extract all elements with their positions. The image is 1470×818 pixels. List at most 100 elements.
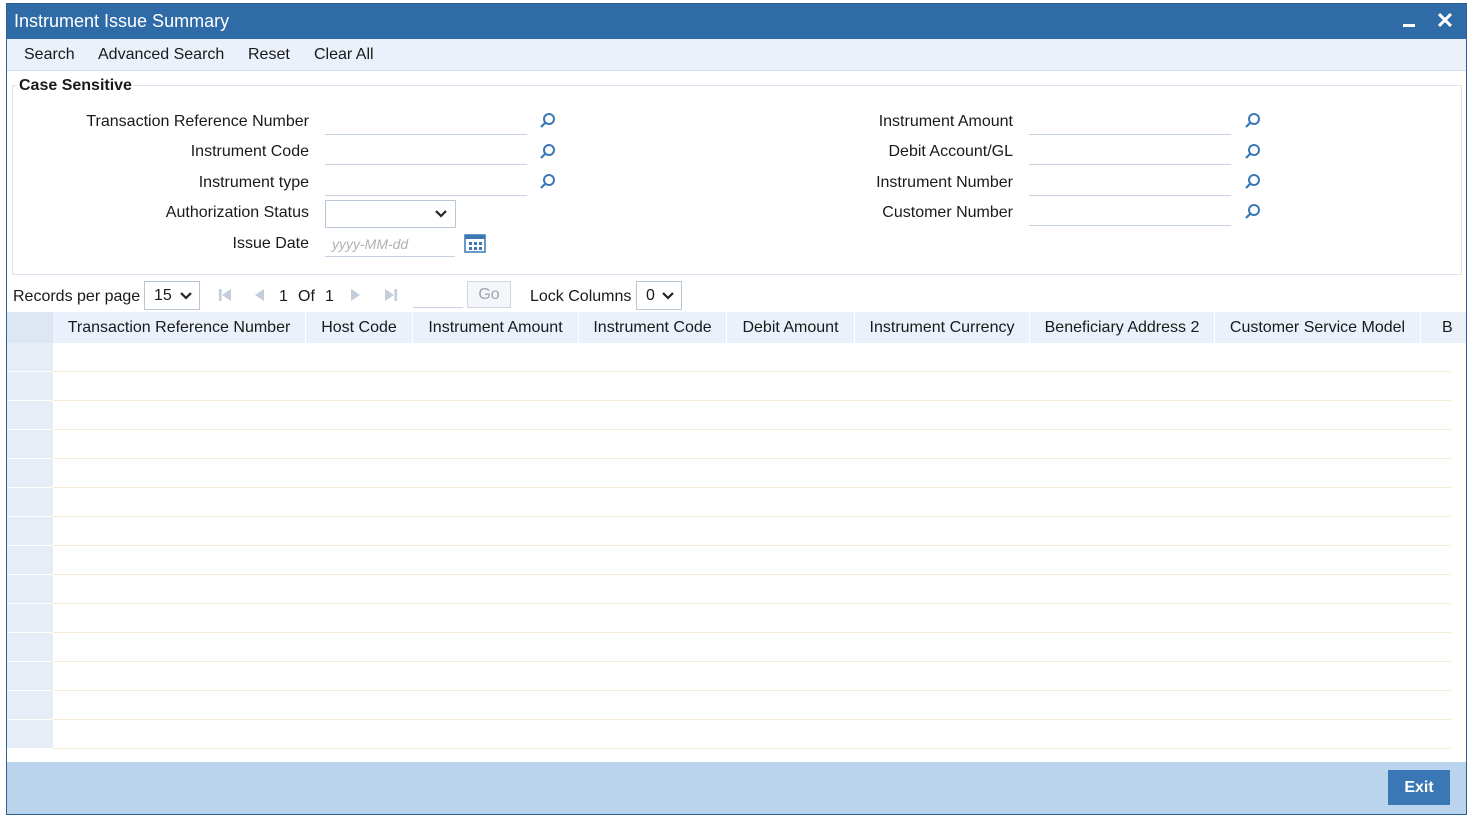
table-row[interactable]	[7, 488, 1451, 517]
chevron-down-icon	[662, 292, 674, 300]
table-row[interactable]	[7, 401, 1451, 430]
row-select-cell[interactable]	[7, 691, 53, 720]
first-page-icon[interactable]	[217, 287, 233, 303]
search-icon[interactable]	[539, 173, 557, 191]
issue-date-field[interactable]: yyyy-MM-dd	[325, 232, 455, 257]
title-bar: Instrument Issue Summary ✕	[7, 4, 1466, 39]
issue-date-label: Issue Date	[232, 235, 309, 252]
go-to-page-input[interactable]	[413, 282, 463, 308]
row-select-cell[interactable]	[7, 633, 53, 662]
row-select-cell[interactable]	[7, 546, 53, 575]
previous-page-icon[interactable]	[251, 287, 267, 303]
table-row[interactable]	[7, 604, 1451, 633]
case-sensitive-legend: Case Sensitive	[17, 77, 134, 95]
table-row[interactable]	[7, 459, 1451, 488]
instrument-amount-field[interactable]	[1029, 110, 1231, 135]
transaction-reference-number-label: Transaction Reference Number	[86, 113, 309, 130]
reset-button[interactable]: Reset	[248, 46, 290, 64]
lock-columns-value: 0	[646, 287, 655, 304]
table-row[interactable]	[7, 633, 1451, 662]
customer-number-field[interactable]	[1029, 201, 1231, 226]
row-select-cell[interactable]	[7, 459, 53, 488]
exit-button[interactable]: Exit	[1388, 770, 1450, 805]
table-row[interactable]	[7, 546, 1451, 575]
table-row[interactable]	[7, 343, 1451, 372]
instrument-number-label: Instrument Number	[876, 174, 1013, 191]
instrument-type-field[interactable]	[325, 171, 527, 196]
records-per-page-label: Records per page	[13, 288, 141, 305]
column-header[interactable]: Beneficiary Address 2	[1030, 312, 1215, 343]
search-icon[interactable]	[539, 143, 557, 161]
search-button[interactable]: Search	[24, 46, 75, 64]
records-per-page-value: 15	[154, 287, 172, 304]
instrument-number-field[interactable]	[1029, 171, 1231, 196]
of-label: Of	[298, 288, 315, 305]
column-header[interactable]: Instrument Code	[579, 312, 727, 343]
pagination-bar: Records per page 15 1 Of 1 Go Lock Colum…	[7, 278, 1466, 312]
go-button[interactable]: Go	[467, 281, 511, 308]
lock-columns-select[interactable]: 0	[636, 281, 682, 310]
window-title: Instrument Issue Summary	[14, 11, 230, 31]
next-page-icon[interactable]	[348, 287, 364, 303]
table-row[interactable]	[7, 691, 1451, 720]
column-header[interactable]: Host Code	[306, 312, 413, 343]
column-header[interactable]: B	[1421, 312, 1466, 343]
search-icon[interactable]	[1244, 112, 1262, 130]
authorization-status-select[interactable]	[325, 200, 456, 228]
last-page-icon[interactable]	[383, 287, 399, 303]
row-select-cell[interactable]	[7, 604, 53, 633]
footer-bar: Exit	[7, 762, 1466, 814]
instrument-code-field[interactable]	[325, 140, 527, 165]
customer-number-label: Customer Number	[882, 204, 1013, 221]
row-select-cell[interactable]	[7, 488, 53, 517]
instrument-amount-label: Instrument Amount	[878, 113, 1013, 130]
table-row[interactable]	[7, 720, 1451, 749]
minimize-icon	[1403, 24, 1415, 27]
grid-body	[7, 343, 1451, 749]
column-header[interactable]: Transaction Reference Number	[53, 312, 306, 343]
row-select-cell[interactable]	[7, 720, 53, 749]
grid-header: Transaction Reference Number Host Code I…	[7, 312, 1466, 343]
records-per-page-select[interactable]: 15	[144, 281, 200, 310]
calendar-icon[interactable]	[464, 233, 486, 253]
transaction-reference-number-field[interactable]	[325, 110, 527, 135]
instrument-code-label: Instrument Code	[190, 143, 309, 160]
row-select-cell[interactable]	[7, 430, 53, 459]
total-pages-number: 1	[325, 288, 334, 305]
chevron-down-icon	[435, 210, 447, 218]
table-row[interactable]	[7, 575, 1451, 604]
column-header[interactable]: Instrument Amount	[413, 312, 579, 343]
instrument-issue-summary-window: Instrument Issue Summary ✕ Search Advanc…	[6, 3, 1467, 815]
close-button[interactable]: ✕	[1430, 6, 1460, 36]
authorization-status-label: Authorization Status	[165, 204, 309, 221]
debit-account-gl-field[interactable]	[1029, 140, 1231, 165]
search-icon[interactable]	[1244, 143, 1262, 161]
row-select-cell[interactable]	[7, 575, 53, 604]
toolbar: Search Advanced Search Reset Clear All	[7, 39, 1466, 71]
column-header[interactable]: Instrument Currency	[855, 312, 1030, 343]
chevron-down-icon	[180, 292, 192, 300]
advanced-search-button[interactable]: Advanced Search	[98, 46, 224, 64]
close-icon: ✕	[1435, 8, 1455, 33]
row-select-cell[interactable]	[7, 372, 53, 401]
lock-columns-label: Lock Columns	[530, 288, 632, 305]
column-header[interactable]: Customer Service Model	[1215, 312, 1421, 343]
search-icon[interactable]	[1244, 173, 1262, 191]
current-page-number: 1	[279, 288, 288, 305]
table-row[interactable]	[7, 430, 1451, 459]
table-row[interactable]	[7, 517, 1451, 546]
table-row[interactable]	[7, 662, 1451, 691]
debit-account-gl-label: Debit Account/GL	[888, 143, 1013, 160]
column-header[interactable]: Debit Amount	[727, 312, 855, 343]
row-select-cell[interactable]	[7, 517, 53, 546]
row-select-cell[interactable]	[7, 401, 53, 430]
row-select-cell[interactable]	[7, 343, 53, 372]
clear-all-button[interactable]: Clear All	[314, 46, 374, 64]
search-icon[interactable]	[1244, 203, 1262, 221]
select-all-cell[interactable]	[7, 312, 53, 343]
table-row[interactable]	[7, 372, 1451, 401]
search-icon[interactable]	[539, 112, 557, 130]
row-select-cell[interactable]	[7, 662, 53, 691]
instrument-type-label: Instrument type	[198, 174, 309, 191]
minimize-button[interactable]	[1394, 6, 1424, 36]
